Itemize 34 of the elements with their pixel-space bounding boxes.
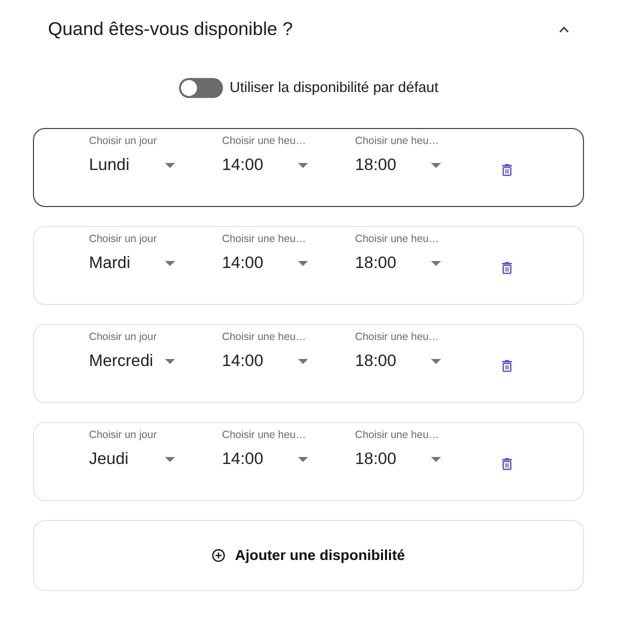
start-time-select[interactable]: Choisir une heu… 14:00	[222, 429, 308, 470]
start-time-select[interactable]: Choisir une heu… 14:00	[222, 233, 308, 274]
day-select[interactable]: Choisir un jour Jeudi	[89, 429, 175, 470]
caret-icon	[298, 162, 308, 168]
end-time-select[interactable]: Choisir une heu… 18:00	[355, 233, 441, 274]
day-select[interactable]: Choisir un jour Lundi	[89, 135, 175, 176]
day-select[interactable]: Choisir un jour Mercredi	[89, 331, 175, 372]
caret-icon	[298, 456, 308, 462]
caret-icon	[431, 162, 441, 168]
trash-icon[interactable]	[502, 262, 512, 274]
trash-icon[interactable]	[502, 458, 512, 470]
section-title: Quand êtes-vous disponible ?	[48, 18, 293, 40]
trash-icon[interactable]	[502, 164, 512, 176]
caret-icon	[298, 260, 308, 266]
start-time-select[interactable]: Choisir une heu… 14:00	[222, 135, 308, 176]
caret-icon	[165, 358, 175, 364]
caret-icon	[431, 260, 441, 266]
caret-icon	[165, 260, 175, 266]
add-availability-button[interactable]: Ajouter une disponibilité	[33, 520, 584, 591]
caret-icon	[298, 358, 308, 364]
toggle-switch[interactable]	[178, 78, 223, 98]
end-time-select[interactable]: Choisir une heu… 18:00	[355, 331, 441, 372]
toggle-label: Utiliser la disponibilité par défaut	[230, 80, 438, 96]
chevron-up-icon[interactable]	[559, 26, 569, 32]
end-time-select[interactable]: Choisir une heu… 18:00	[355, 135, 441, 176]
trash-icon[interactable]	[502, 360, 512, 372]
caret-icon	[431, 358, 441, 364]
end-time-select[interactable]: Choisir une heu… 18:00	[355, 429, 441, 470]
caret-icon	[431, 456, 441, 462]
start-time-select[interactable]: Choisir une heu… 14:00	[222, 331, 308, 372]
caret-icon	[165, 456, 175, 462]
caret-icon	[165, 162, 175, 168]
plus-circle-icon	[212, 549, 225, 562]
day-select[interactable]: Choisir un jour Mardi	[89, 233, 175, 274]
